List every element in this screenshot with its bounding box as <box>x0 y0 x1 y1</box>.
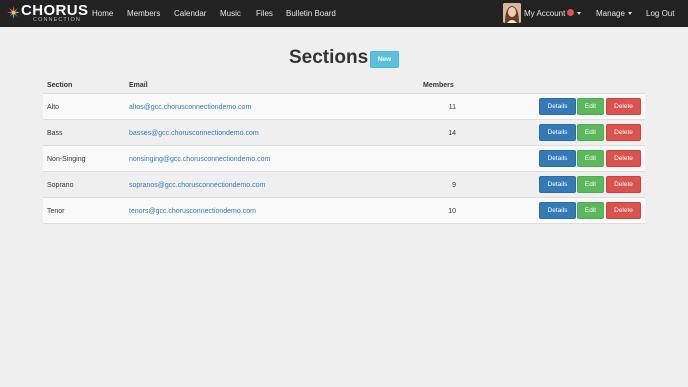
section-name: Soprano <box>47 182 74 189</box>
nav-music[interactable]: Music <box>220 0 241 27</box>
section-email-link[interactable]: sopranos@gcc.chorusconnectiondemo.com <box>129 181 265 190</box>
table-row: Non-Singing nonsinging@gcc.chorusconnect… <box>43 146 645 172</box>
sections-table: Section Email Members Alto altos@gcc.cho… <box>43 77 645 224</box>
section-email-link[interactable]: nonsinging@gcc.chorusconnectiondemo.com <box>129 155 270 164</box>
table-row: Soprano sopranos@gcc.chorusconnectiondem… <box>43 172 645 198</box>
brand-name: CHORUS <box>21 2 89 19</box>
manage-label: Manage <box>596 9 625 18</box>
nav-members[interactable]: Members <box>127 0 160 27</box>
member-count: 10 <box>448 208 456 215</box>
edit-button[interactable]: Edit <box>577 176 604 193</box>
my-account-menu[interactable]: My Account <box>524 0 582 27</box>
table-header: Section Email Members <box>43 77 645 94</box>
section-name: Non-Singing <box>47 156 86 163</box>
delete-button[interactable]: Delete <box>606 202 641 219</box>
nav-files[interactable]: Files <box>256 0 273 27</box>
delete-button[interactable]: Delete <box>606 176 641 193</box>
details-button[interactable]: Details <box>539 176 576 193</box>
nav-logout[interactable]: Log Out <box>646 0 674 27</box>
section-email-link[interactable]: altos@gcc.chorusconnectiondemo.com <box>129 103 251 112</box>
header-section: Section <box>47 82 73 89</box>
nav-home[interactable]: Home <box>92 0 113 27</box>
member-count: 14 <box>448 130 456 137</box>
avatar-image <box>503 3 521 23</box>
delete-button[interactable]: Delete <box>606 124 641 141</box>
edit-button[interactable]: Edit <box>577 98 604 115</box>
edit-button[interactable]: Edit <box>577 202 604 219</box>
section-email-link[interactable]: tenors@gcc.chorusconnectiondemo.com <box>129 207 256 216</box>
details-button[interactable]: Details <box>539 98 576 115</box>
header-email: Email <box>129 82 148 89</box>
table-row: Alto altos@gcc.chorusconnectiondemo.com … <box>43 94 645 120</box>
chorus-logo-icon <box>7 6 20 19</box>
new-section-button[interactable]: New <box>370 51 399 68</box>
caret-down-icon <box>627 12 632 16</box>
delete-button[interactable]: Delete <box>606 150 641 167</box>
member-count: 11 <box>448 104 456 111</box>
edit-button[interactable]: Edit <box>577 124 604 141</box>
notification-badge-icon <box>567 9 575 17</box>
section-name: Bass <box>47 130 63 137</box>
page-title: Sections <box>289 47 369 68</box>
brand-tagline: CONNECTION <box>33 17 81 23</box>
details-button[interactable]: Details <box>539 124 576 141</box>
section-name: Tenor <box>47 208 65 215</box>
section-name: Alto <box>47 104 60 111</box>
edit-button[interactable]: Edit <box>577 150 604 167</box>
member-count: 9 <box>452 182 456 189</box>
delete-button[interactable]: Delete <box>606 98 641 115</box>
user-avatar[interactable] <box>503 3 521 23</box>
top-navbar: CHORUS CONNECTION Home Members Calendar … <box>0 0 688 27</box>
my-account-label: My Account <box>524 9 566 18</box>
table-row: Bass basses@gcc.chorusconnectiondemo.com… <box>43 120 645 146</box>
caret-down-icon <box>577 12 582 16</box>
nav-bulletin-board[interactable]: Bulletin Board <box>286 0 336 27</box>
header-members: Members <box>423 82 454 89</box>
manage-menu[interactable]: Manage <box>596 0 632 27</box>
table-row: Tenor tenors@gcc.chorusconnectiondemo.co… <box>43 198 645 224</box>
details-button[interactable]: Details <box>539 150 576 167</box>
nav-calendar[interactable]: Calendar <box>174 0 206 27</box>
section-email-link[interactable]: basses@gcc.chorusconnectiondemo.com <box>129 129 259 138</box>
details-button[interactable]: Details <box>539 202 576 219</box>
brand-logo[interactable]: CHORUS CONNECTION <box>6 3 88 24</box>
